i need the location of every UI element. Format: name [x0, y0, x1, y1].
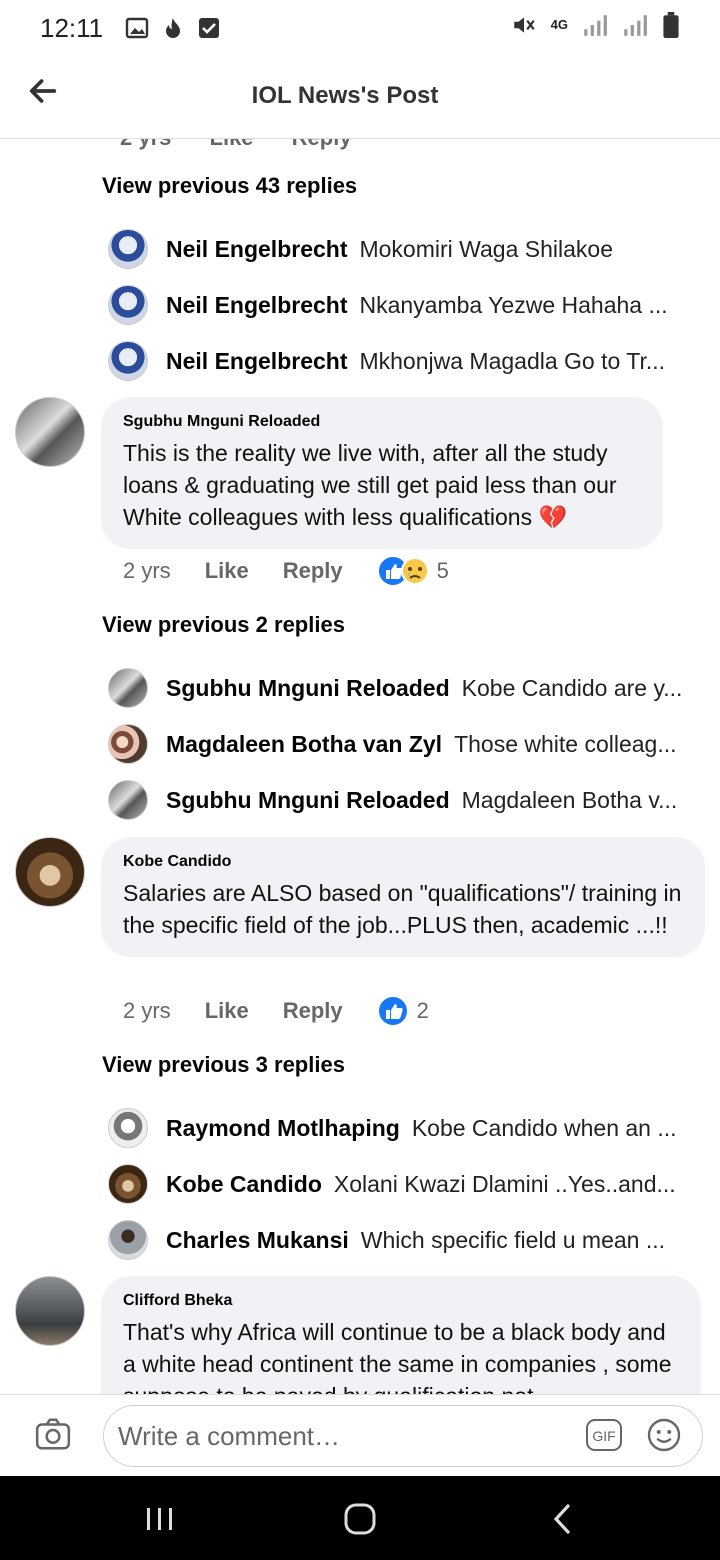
comment-meta: 2 yrs Like Reply 2: [123, 995, 429, 1027]
app-header: IOL News's Post: [0, 56, 720, 139]
gif-label: GIF: [592, 1428, 615, 1444]
reaction-count: 5: [436, 558, 449, 583]
reply-button[interactable]: Reply: [283, 558, 343, 584]
page-title: IOL News's Post: [251, 82, 439, 109]
reply-author[interactable]: Charles Mukansi: [166, 1227, 349, 1254]
reply-text: Those white colleag...: [454, 730, 677, 757]
like-button[interactable]: Like: [205, 998, 249, 1024]
reply-row[interactable]: Sgubhu Mnguni Reloaded Kobe Candido are …: [108, 666, 688, 710]
view-previous-replies-link[interactable]: View previous 3 replies: [102, 1052, 345, 1078]
avatar[interactable]: [15, 837, 85, 907]
reply-author[interactable]: Neil Engelbrecht: [166, 292, 347, 319]
reply-row[interactable]: Sgubhu Mnguni Reloaded Magdaleen Botha v…: [108, 778, 688, 822]
avatar[interactable]: [108, 1220, 148, 1260]
avatar[interactable]: [108, 229, 148, 269]
comment-bubble[interactable]: Sgubhu Mnguni Reloaded This is the reali…: [101, 397, 663, 549]
reply-row[interactable]: Charles Mukansi Which specific field u m…: [108, 1218, 688, 1262]
reply-text: Mokomiri Waga Shilakoe: [359, 235, 614, 262]
reply-text: Kobe Candido when an ...: [411, 1114, 677, 1141]
reply-text: Which specific field u mean ...: [360, 1226, 666, 1253]
avatar[interactable]: [108, 1164, 148, 1204]
home-icon[interactable]: [340, 1502, 380, 1536]
status-bar: 12:11 4G: [0, 0, 720, 56]
clipped-time: 2 yrs: [120, 139, 171, 150]
comment-text: This is the reality we live with, after …: [123, 440, 617, 530]
mute-icon: [513, 17, 535, 33]
comment-meta: 2 yrs Like Reply 5: [123, 555, 449, 587]
reply-row[interactable]: Kobe Candido Xolani Kwazi Dlamini ..Yes.…: [108, 1162, 688, 1206]
battery-icon: [663, 12, 679, 38]
comment-text: Salaries are ALSO based on "qualificatio…: [123, 880, 682, 938]
comment-time: 2 yrs: [123, 558, 171, 583]
like-button[interactable]: Like: [205, 558, 249, 584]
gif-icon[interactable]: GIF: [586, 1419, 622, 1451]
reply-author[interactable]: Neil Engelbrecht: [166, 236, 347, 263]
avatar[interactable]: [108, 780, 148, 820]
like-reaction-icon: [376, 995, 409, 1027]
reactions[interactable]: 2: [376, 995, 429, 1027]
avatar[interactable]: [108, 1108, 148, 1148]
status-right-icons: 4G: [511, 12, 680, 38]
signal-icon-2: [624, 15, 647, 36]
gallery-icon: [125, 17, 149, 39]
reply-row[interactable]: Raymond Motlhaping Kobe Candido when an …: [108, 1106, 688, 1150]
sad-reaction-icon: [400, 557, 429, 585]
reply-author[interactable]: Neil Engelbrecht: [166, 348, 347, 375]
reply-text: Kobe Candido are y...: [461, 674, 683, 701]
avatar[interactable]: [108, 724, 148, 764]
avatar[interactable]: [15, 397, 85, 467]
reply-text: Mkhonjwa Magadla Go to Tr...: [359, 347, 666, 374]
avatar[interactable]: [15, 1276, 85, 1346]
status-time: 12:11: [40, 12, 104, 43]
clipped-comment-meta: 2 yrs Like Reply: [120, 139, 384, 151]
reply-author[interactable]: Sgubhu Mnguni Reloaded: [166, 787, 450, 814]
comment-author[interactable]: Clifford Bheka: [123, 1292, 679, 1310]
comment-composer: GIF: [0, 1394, 720, 1476]
comment-time: 2 yrs: [123, 998, 171, 1023]
reaction-count: 2: [416, 998, 429, 1023]
signal-icon: [584, 15, 607, 36]
recent-apps-icon[interactable]: [140, 1502, 180, 1536]
reply-author[interactable]: Raymond Motlhaping: [166, 1115, 400, 1142]
reply-text: Nkanyamba Yezwe Hahaha ...: [359, 291, 668, 318]
fire-icon: [166, 18, 181, 38]
reply-row[interactable]: Neil Engelbrecht Mokomiri Waga Shilakoe: [108, 227, 688, 271]
network-label: 4G: [550, 17, 568, 32]
back-nav-icon[interactable]: [542, 1502, 582, 1536]
system-nav-bar: [0, 1476, 720, 1560]
avatar[interactable]: [108, 341, 148, 381]
camera-icon[interactable]: [34, 1415, 72, 1453]
comment-author[interactable]: Kobe Candido: [123, 853, 683, 871]
avatar[interactable]: [108, 668, 148, 708]
comment-bubble[interactable]: Clifford Bheka That's why Africa will co…: [101, 1276, 701, 1394]
comments-feed[interactable]: 2 yrs Like Reply View previous 43 replie…: [0, 139, 720, 1394]
emoji-icon[interactable]: [646, 1417, 682, 1453]
reply-row[interactable]: Neil Engelbrecht Nkanyamba Yezwe Hahaha …: [108, 283, 688, 327]
reply-author[interactable]: Kobe Candido: [166, 1171, 322, 1198]
clipped-reply[interactable]: Reply: [292, 139, 352, 150]
reply-button[interactable]: Reply: [283, 998, 343, 1024]
view-previous-replies-link[interactable]: View previous 2 replies: [102, 612, 345, 638]
check-box-icon: [199, 18, 220, 38]
comment-bubble[interactable]: Kobe Candido Salaries are ALSO based on …: [101, 837, 705, 957]
comment-text: That's why Africa will continue to be a …: [123, 1319, 672, 1394]
view-previous-replies-link[interactable]: View previous 43 replies: [102, 173, 357, 199]
reply-text: Xolani Kwazi Dlamini ..Yes..and...: [333, 1170, 676, 1197]
reply-row[interactable]: Magdaleen Botha van Zyl Those white coll…: [108, 722, 688, 766]
reply-row[interactable]: Neil Engelbrecht Mkhonjwa Magadla Go to …: [108, 339, 688, 383]
reply-author[interactable]: Sgubhu Mnguni Reloaded: [166, 675, 450, 702]
reply-author[interactable]: Magdaleen Botha van Zyl: [166, 731, 442, 758]
reactions[interactable]: 5: [376, 555, 449, 587]
avatar[interactable]: [108, 285, 148, 325]
reply-text: Magdaleen Botha v...: [461, 786, 678, 813]
clipped-like[interactable]: Like: [210, 139, 254, 150]
comment-author[interactable]: Sgubhu Mnguni Reloaded: [123, 413, 641, 431]
